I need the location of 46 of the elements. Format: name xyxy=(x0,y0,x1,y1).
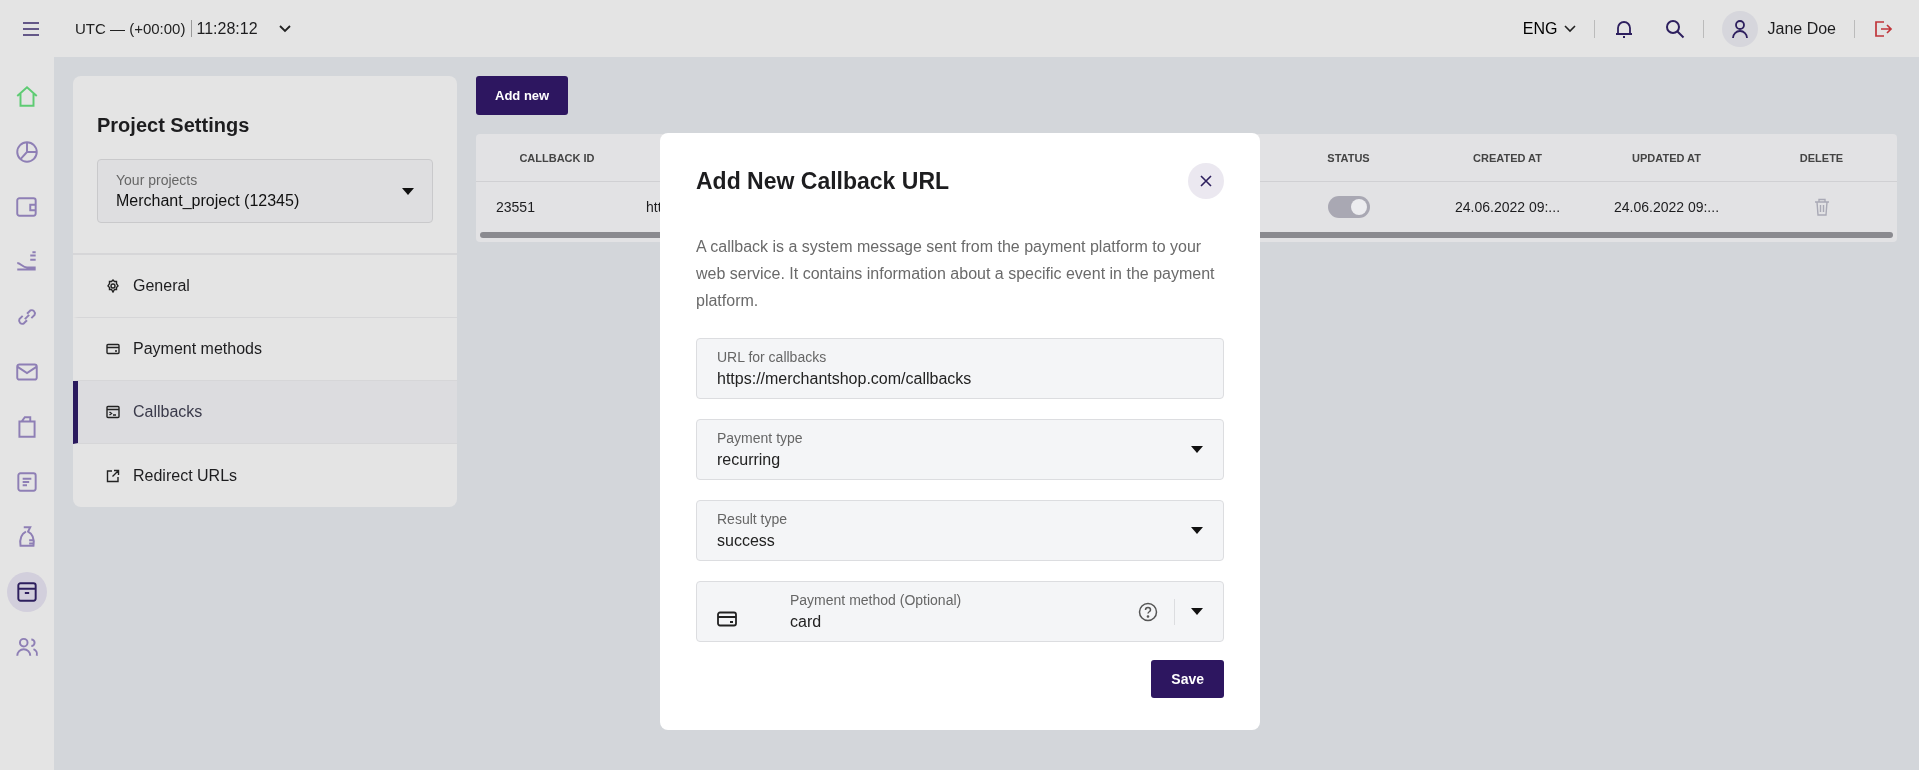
chevron-down-icon[interactable] xyxy=(277,23,292,34)
avatar-icon[interactable] xyxy=(1721,10,1758,47)
settings-nav-item[interactable]: General xyxy=(73,255,457,318)
menu-icon[interactable] xyxy=(22,21,40,36)
column-header: UPDATED AT xyxy=(1631,151,1702,164)
help-icon[interactable] xyxy=(1138,601,1158,622)
card-icon xyxy=(717,610,737,627)
column-header: STATUS xyxy=(1326,151,1371,164)
table-cell-text: 23551 xyxy=(495,198,536,217)
archive-icon[interactable] xyxy=(7,572,47,612)
terminal-window-icon xyxy=(106,405,120,419)
column-header: CREATED AT xyxy=(1472,151,1543,164)
project-select[interactable]: Your projects Merchant_project (12345) xyxy=(97,159,433,223)
search-icon[interactable] xyxy=(1664,18,1685,39)
close-button[interactable] xyxy=(1188,163,1224,199)
external-link-icon xyxy=(106,468,120,483)
add-new-button[interactable]: Add new xyxy=(476,76,569,115)
language-selector[interactable]: ENG xyxy=(1522,19,1576,38)
column-header: DELETE xyxy=(1798,151,1845,164)
caret-icon[interactable] xyxy=(1191,527,1203,534)
form-field[interactable]: Result type success xyxy=(696,500,1224,561)
caret-icon[interactable] xyxy=(1191,608,1203,615)
gear-icon xyxy=(106,279,120,293)
chevron-down-icon[interactable] xyxy=(1563,24,1576,33)
caret-icon[interactable] xyxy=(402,187,414,195)
table-cell-text: 24.06.2022 09:... xyxy=(1453,198,1562,217)
column-header: CALLBACK ID xyxy=(518,151,596,164)
panel-title: Project Settings xyxy=(97,114,251,137)
user-name[interactable]: Jane Doe xyxy=(1767,19,1836,38)
table-cell-text: 24.06.2022 09:... xyxy=(1612,198,1721,217)
timezone-label: UTC — (+00:00) xyxy=(75,20,193,37)
settings-nav-item[interactable]: Redirect URLs xyxy=(73,444,457,507)
card-icon xyxy=(106,342,120,356)
form-field[interactable]: URL for callbacks https://merchantshop.com/callbacks xyxy=(696,338,1224,399)
clock-time: 11:28:12 xyxy=(196,19,258,38)
dialog-description: A callback is a system message sent from the payment platform to your web service. It contains information about a specific event in the payment platform. xyxy=(696,237,1216,311)
form-field[interactable]: Payment method (Optional) card xyxy=(696,581,1224,642)
caret-icon[interactable] xyxy=(1191,446,1203,453)
status-toggle[interactable] xyxy=(1327,196,1370,218)
settings-nav-item[interactable]: Callbacks xyxy=(73,381,457,444)
save-button[interactable]: Save xyxy=(1151,660,1224,698)
table-cell-text: htt xyxy=(645,198,663,217)
dialog-title: Add New Callback URL xyxy=(696,167,950,195)
close-icon[interactable] xyxy=(1200,175,1212,187)
logout-icon[interactable] xyxy=(1873,18,1893,39)
form-field[interactable]: Payment type recurring xyxy=(696,419,1224,480)
